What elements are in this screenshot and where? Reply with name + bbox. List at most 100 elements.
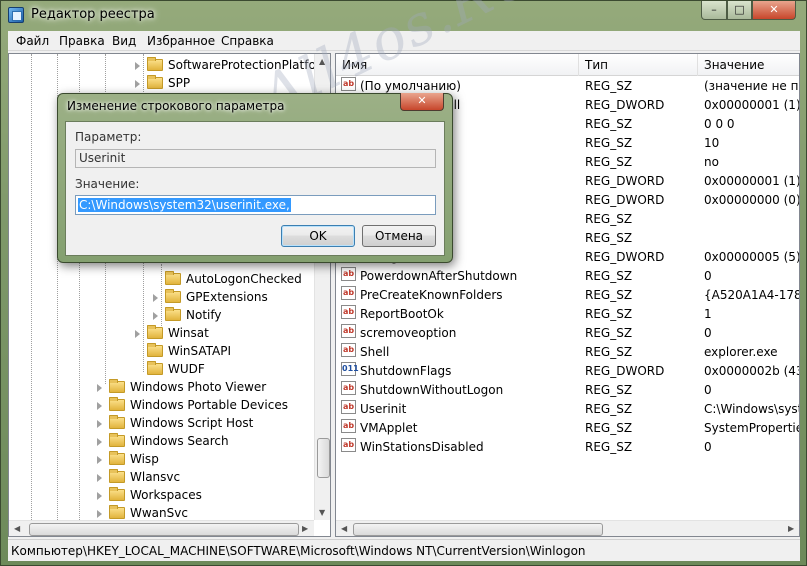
value-input[interactable]: C:\Windows\system32\userinit.exe, bbox=[75, 195, 436, 215]
minimize-button[interactable]: – bbox=[701, 1, 727, 20]
tree-item[interactable]: SPP bbox=[9, 74, 314, 92]
value-name: PowerdownAfterShutdown bbox=[360, 269, 518, 283]
dword-value-icon: 011 bbox=[341, 362, 359, 376]
value-data: 0 0 0 bbox=[704, 117, 735, 131]
tree-item-label: Wisp bbox=[130, 452, 159, 466]
menu-favorites[interactable]: Избранное bbox=[147, 34, 215, 48]
tree-item[interactable]: Windows Script Host bbox=[9, 414, 314, 432]
expand-arrow-icon[interactable] bbox=[153, 312, 158, 320]
tree-horizontal-scrollbar[interactable]: ◀ ▶ bbox=[9, 520, 314, 536]
folder-icon bbox=[109, 451, 125, 465]
value-data: (значение не присвоено) bbox=[704, 79, 799, 93]
expand-arrow-icon[interactable] bbox=[97, 474, 102, 482]
scroll-left-arrow-icon[interactable]: ◀ bbox=[14, 524, 20, 533]
cancel-button[interactable]: Отмена bbox=[362, 225, 436, 247]
column-header-type[interactable]: Тип bbox=[579, 54, 698, 76]
value-type: REG_DWORD bbox=[585, 250, 665, 264]
folder-icon bbox=[109, 433, 125, 447]
tree-item[interactable]: Windows Photo Viewer bbox=[9, 378, 314, 396]
tree-item[interactable]: Winsat bbox=[9, 324, 314, 342]
list-horizontal-scrollbar[interactable]: ◀ ▶ bbox=[336, 520, 799, 536]
tree-item-label: Windows Search bbox=[130, 434, 229, 448]
ok-button[interactable]: OK bbox=[281, 225, 355, 247]
tree-horizontal-scroll-thumb[interactable] bbox=[29, 523, 299, 536]
value-type: REG_SZ bbox=[585, 155, 633, 169]
tree-vertical-scroll-thumb[interactable] bbox=[317, 438, 330, 478]
list-row[interactable]: ab Userinit REG_SZ C:\Windows\system32 bbox=[336, 400, 799, 419]
list-row[interactable]: ab ReportBootOk REG_SZ 1 bbox=[336, 305, 799, 324]
tree-item[interactable]: WUDF bbox=[9, 360, 314, 378]
string-value-icon: ab bbox=[341, 305, 356, 319]
value-label: Значение: bbox=[75, 177, 140, 191]
tree-item-label: Notify bbox=[186, 308, 222, 322]
value-data: 0x00000001 (1) bbox=[704, 98, 800, 112]
value-type: REG_SZ bbox=[585, 307, 633, 321]
string-value-icon: ab bbox=[341, 267, 356, 281]
folder-icon bbox=[109, 379, 125, 393]
expand-arrow-icon[interactable] bbox=[135, 330, 140, 338]
expand-arrow-icon[interactable] bbox=[97, 420, 102, 428]
value-name: scremoveoption bbox=[360, 326, 457, 340]
tree-item[interactable]: Windows Search bbox=[9, 432, 314, 450]
menu-help[interactable]: Справка bbox=[221, 34, 274, 48]
tree-item[interactable]: SoftwareProtectionPlatform bbox=[9, 56, 330, 74]
list-row[interactable]: ab Shell REG_SZ explorer.exe bbox=[336, 343, 799, 362]
expand-arrow-icon[interactable] bbox=[97, 492, 102, 500]
registry-editor-window: Редактор реестра – □ ✕ Файл Правка Вид И… bbox=[0, 0, 807, 566]
tree-item[interactable]: Windows Portable Devices bbox=[9, 396, 314, 414]
tree-item[interactable]: Wisp bbox=[9, 450, 314, 468]
maximize-button[interactable]: □ bbox=[727, 1, 752, 20]
folder-icon bbox=[165, 271, 181, 285]
folder-icon bbox=[109, 469, 125, 483]
tree-item[interactable]: AutoLogonChecked bbox=[9, 270, 314, 288]
expand-arrow-icon[interactable] bbox=[97, 384, 102, 392]
expand-arrow-icon[interactable] bbox=[97, 438, 102, 446]
tree-item-label: Windows Portable Devices bbox=[130, 398, 288, 412]
value-data: SystemPropertiesP bbox=[704, 421, 799, 435]
expand-arrow-icon[interactable] bbox=[97, 510, 102, 518]
string-value-icon: ab bbox=[341, 400, 356, 414]
menu-edit[interactable]: Правка bbox=[59, 34, 105, 48]
list-row[interactable]: ab WinStationsDisabled REG_SZ 0 bbox=[336, 438, 799, 457]
expand-arrow-icon[interactable] bbox=[153, 294, 158, 302]
string-value-icon: ab bbox=[341, 343, 356, 357]
tree-item[interactable]: GPExtensions bbox=[9, 288, 314, 306]
menu-file[interactable]: Файл bbox=[16, 34, 49, 48]
list-horizontal-scroll-thumb[interactable] bbox=[353, 523, 603, 536]
list-row[interactable]: 011 ShutdownFlags REG_DWORD 0x0000002b (43) bbox=[336, 362, 799, 381]
value-type: REG_DWORD bbox=[585, 98, 665, 112]
tree-item[interactable]: Notify bbox=[9, 306, 314, 324]
string-value-icon: ab bbox=[341, 77, 356, 91]
tree-item[interactable]: WinSATAPI bbox=[9, 342, 314, 360]
close-button[interactable]: ✕ bbox=[752, 1, 796, 20]
value-type: REG_SZ bbox=[585, 117, 633, 131]
expand-arrow-icon[interactable] bbox=[97, 402, 102, 410]
dialog-close-button[interactable]: ✕ bbox=[400, 93, 444, 111]
list-row[interactable]: ab PowerdownAfterShutdown REG_SZ 0 bbox=[336, 267, 799, 286]
title-bar[interactable]: Редактор реестра – □ ✕ bbox=[1, 1, 806, 31]
value-data: 0 bbox=[704, 440, 712, 454]
dialog-title: Изменение строкового параметра bbox=[67, 99, 285, 113]
scroll-up-arrow-icon[interactable]: ▲ bbox=[319, 57, 325, 66]
list-row[interactable]: ab VMApplet REG_SZ SystemPropertiesP bbox=[336, 419, 799, 438]
tree-item[interactable]: Wlansvc bbox=[9, 468, 314, 486]
value-type: REG_SZ bbox=[585, 231, 633, 245]
tree-item-label: Windows Photo Viewer bbox=[130, 380, 267, 394]
string-value-icon: ab bbox=[341, 381, 356, 395]
list-row[interactable]: ab scremoveoption REG_SZ 0 bbox=[336, 324, 799, 343]
expand-arrow-icon[interactable] bbox=[97, 456, 102, 464]
scroll-right-arrow-icon[interactable]: ▶ bbox=[302, 524, 308, 533]
list-row[interactable]: ab PreCreateKnownFolders REG_SZ {A520A1A4-1… bbox=[336, 286, 799, 305]
column-header-name[interactable]: Имя bbox=[336, 54, 579, 76]
menu-view[interactable]: Вид bbox=[112, 34, 136, 48]
scroll-right-arrow-icon[interactable]: ▶ bbox=[788, 524, 794, 533]
scroll-left-arrow-icon[interactable]: ◀ bbox=[341, 524, 347, 533]
list-row[interactable]: ab ShutdownWithoutLogon REG_SZ 0 bbox=[336, 381, 799, 400]
expand-arrow-icon[interactable] bbox=[135, 62, 140, 70]
value-type: REG_SZ bbox=[585, 345, 633, 359]
scroll-down-arrow-icon[interactable]: ▼ bbox=[319, 508, 325, 517]
tree-item-label: GPExtensions bbox=[186, 290, 268, 304]
expand-arrow-icon[interactable] bbox=[135, 80, 140, 88]
tree-item[interactable]: Workspaces bbox=[9, 486, 314, 504]
column-header-value[interactable]: Значение bbox=[698, 54, 799, 76]
